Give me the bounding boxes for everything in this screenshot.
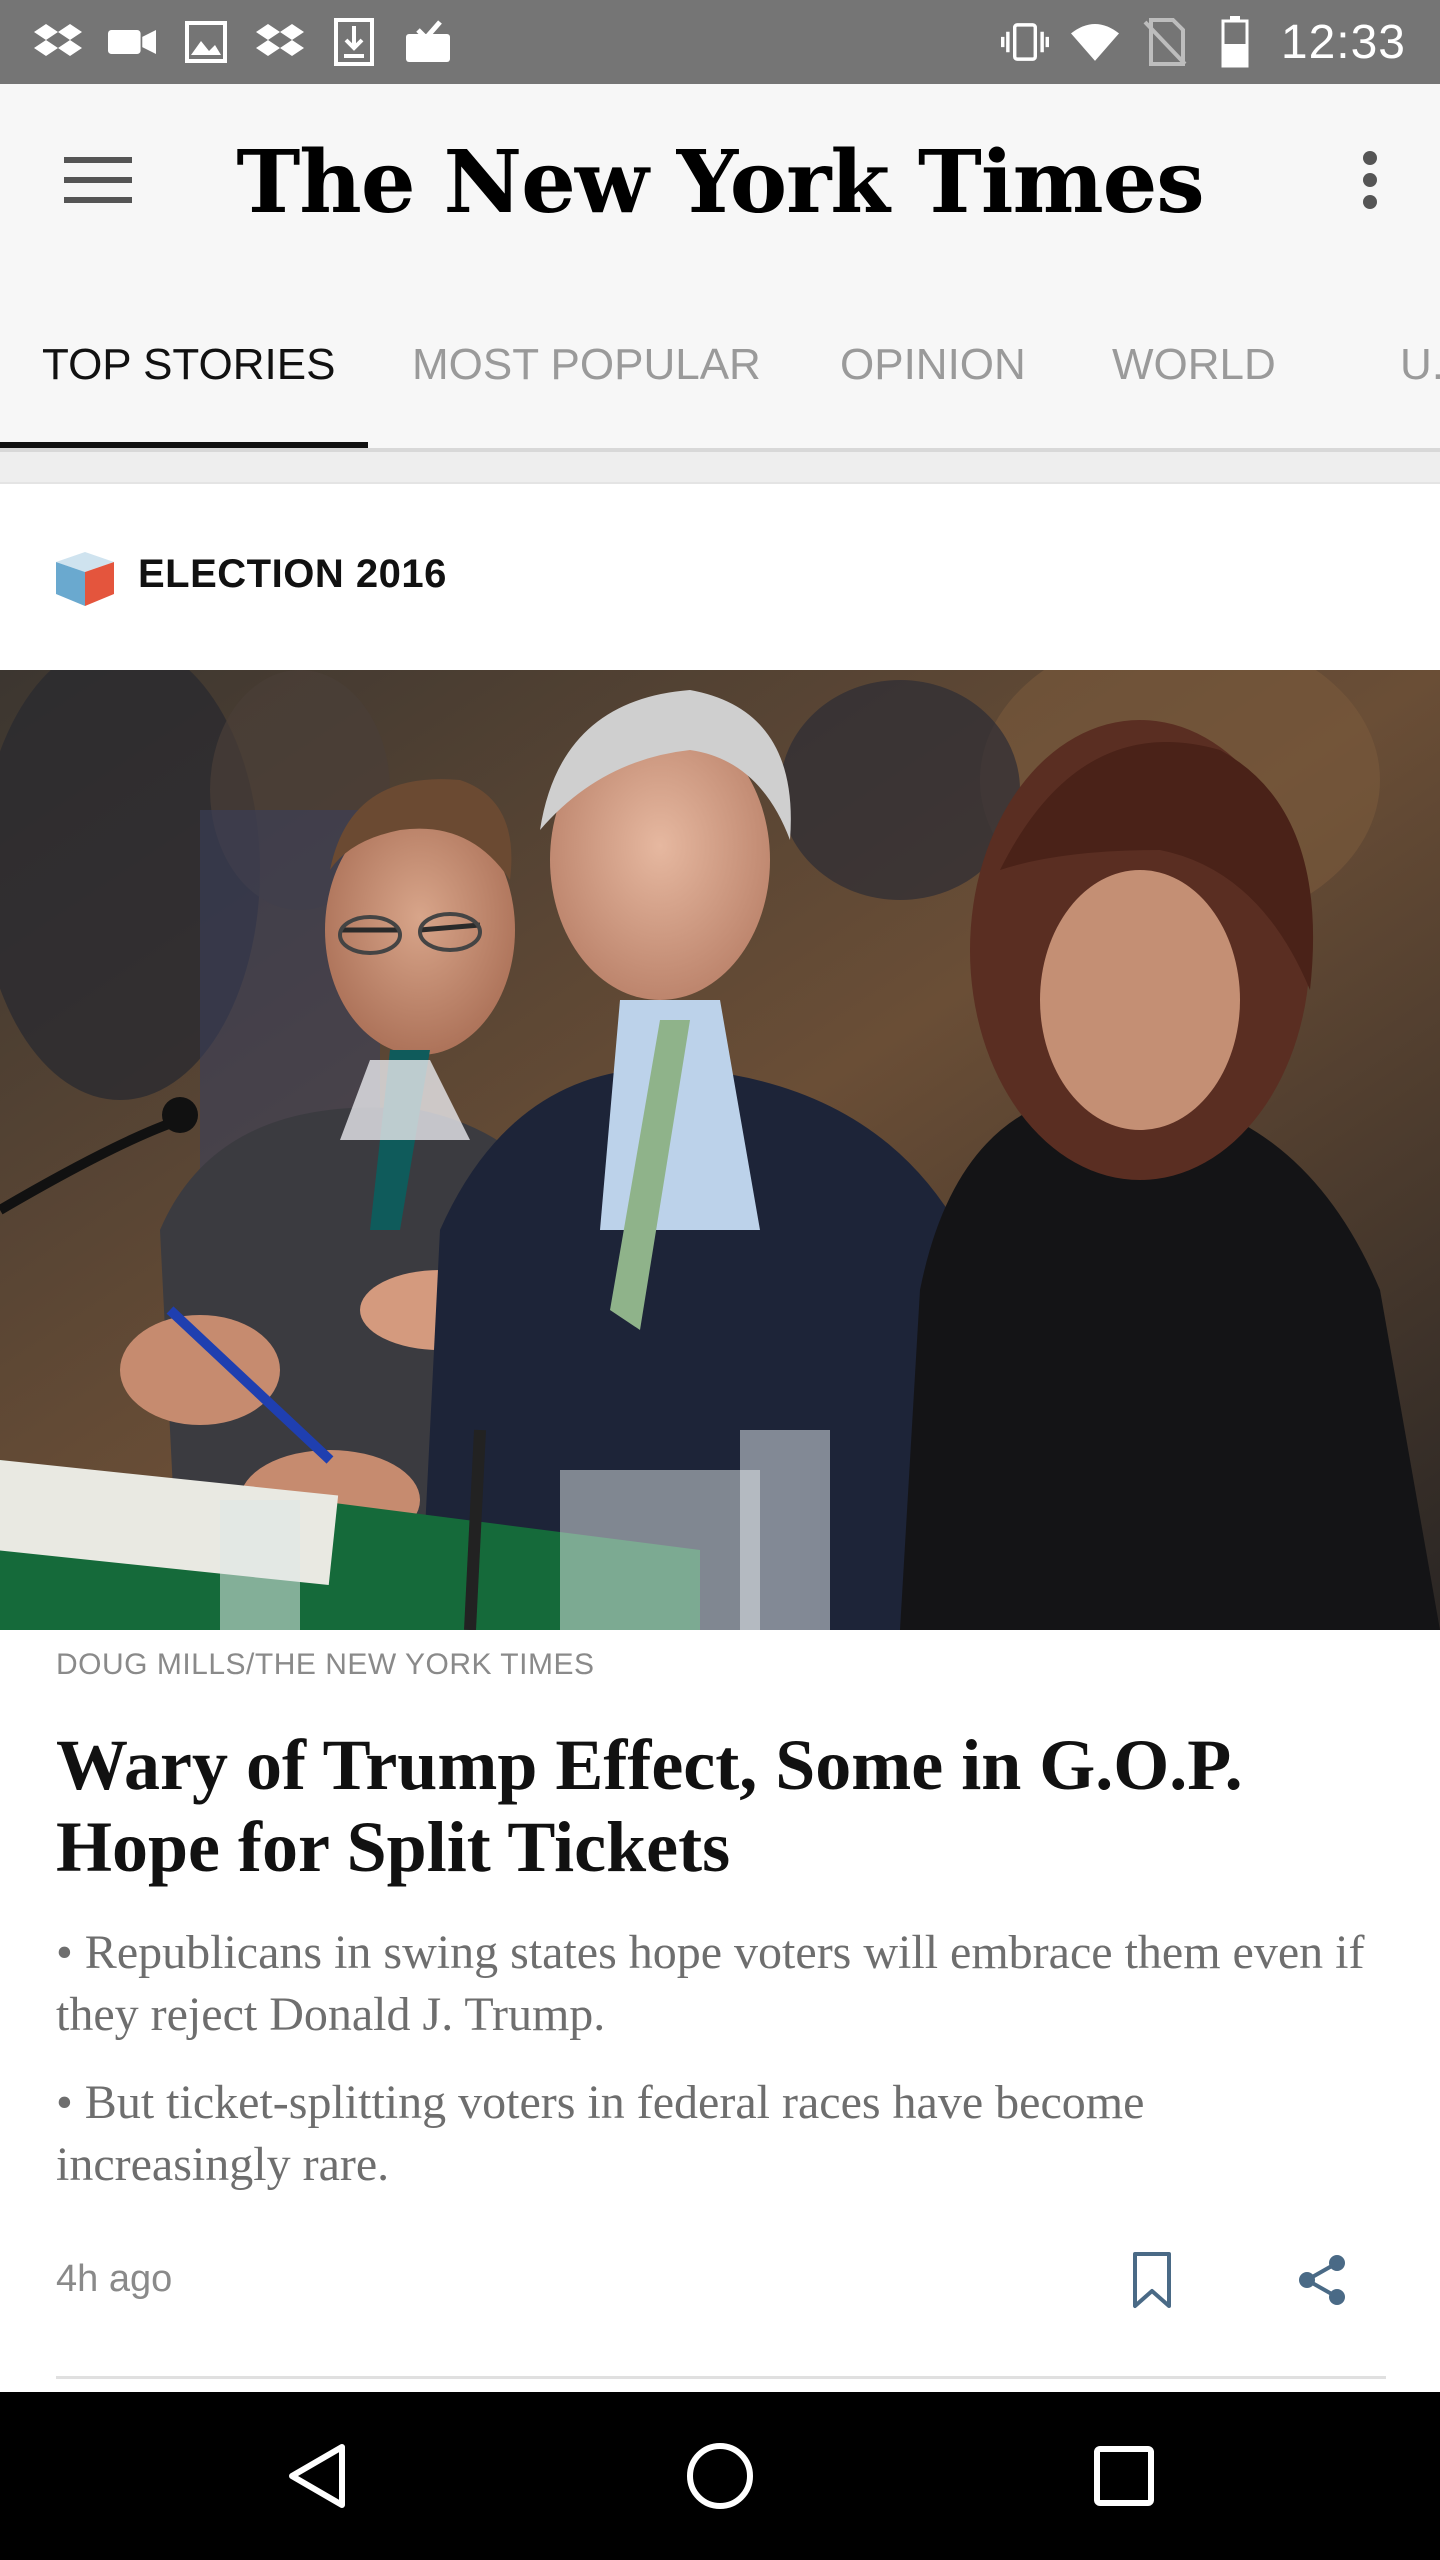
dropbox-icon-2 <box>256 18 304 66</box>
overflow-menu-button[interactable] <box>1330 132 1410 228</box>
section-label: ELECTION 2016 <box>138 552 447 596</box>
status-bar: 12:33 <box>0 0 1440 84</box>
share-icon <box>1299 2255 1345 2305</box>
menu-button[interactable] <box>50 132 146 228</box>
bookmark-icon <box>1133 2252 1171 2308</box>
tab-most-popular[interactable]: MOST POPULAR <box>412 340 761 390</box>
inbox-icon <box>404 18 452 66</box>
article-headline[interactable]: Wary of Trump Effect, Some in G.O.P. Hop… <box>56 1724 1396 1888</box>
tab-world[interactable]: WORLD <box>1112 340 1276 390</box>
summary-bullet: • But ticket-splitting voters in federal… <box>56 2076 1145 2191</box>
article-timestamp: 4h ago <box>56 2258 173 2300</box>
home-circle-icon <box>687 2443 753 2509</box>
share-article-button[interactable] <box>1290 2244 1354 2316</box>
tabs-shadow <box>0 452 1440 484</box>
save-article-button[interactable] <box>1120 2244 1184 2316</box>
card-divider <box>56 2376 1386 2379</box>
wifi-icon <box>1070 18 1119 66</box>
system-nav-bar <box>0 2392 1440 2560</box>
back-triangle-icon <box>289 2444 345 2508</box>
article-photo[interactable] <box>0 670 1440 1630</box>
no-sim-icon <box>1141 18 1189 66</box>
hamburger-menu-icon <box>64 157 132 203</box>
home-button[interactable] <box>670 2426 770 2526</box>
system-icons: 12:33 <box>1000 14 1406 70</box>
nyt-logo[interactable]: The New York Times <box>236 124 1204 240</box>
notification-icons <box>34 14 452 70</box>
dropbox-icon <box>34 18 82 66</box>
tab-opinion[interactable]: OPINION <box>840 340 1026 390</box>
summary-bullet: • Republicans in swing states hope voter… <box>56 1926 1365 2041</box>
photo-credit: DOUG MILLS/THE NEW YORK TIMES <box>56 1648 595 1681</box>
battery-icon <box>1211 16 1259 68</box>
more-vert-icon <box>1363 151 1377 209</box>
app-bar: The New York Times <box>0 84 1440 280</box>
section-header[interactable]: ELECTION 2016 <box>0 484 1440 670</box>
download-icon <box>330 18 378 66</box>
active-tab-indicator <box>0 442 368 448</box>
photo-illustration <box>0 670 1440 1630</box>
clock: 12:33 <box>1280 15 1406 69</box>
image-icon <box>182 18 230 66</box>
video-icon <box>108 18 156 66</box>
tab-us[interactable]: U. <box>1400 340 1440 390</box>
article-summary: • Republicans in swing states hope voter… <box>56 1922 1386 2222</box>
vibrate-icon <box>1000 18 1049 66</box>
back-button[interactable] <box>266 2426 366 2526</box>
recents-square-icon <box>1094 2446 1154 2506</box>
recents-button[interactable] <box>1074 2426 1174 2526</box>
tab-top-stories[interactable]: TOP STORIES <box>42 340 335 390</box>
section-tabs: TOP STORIES MOST POPULAR OPINION WORLD U… <box>0 280 1440 452</box>
ballot-box-icon <box>56 552 114 606</box>
